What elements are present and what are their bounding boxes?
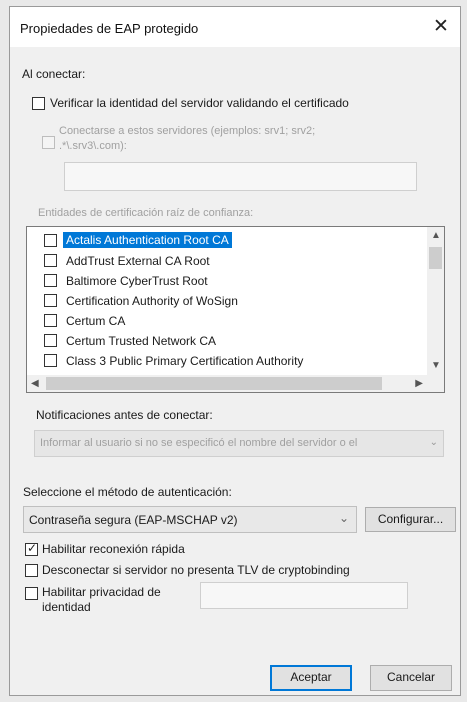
scroll-right-icon[interactable]: ▶ (415, 378, 423, 389)
identity-privacy-label-line2: identidad (42, 600, 91, 614)
horizontal-scroll-thumb[interactable] (46, 377, 382, 390)
notifications-select[interactable]: Informar al usuario si no se especificó … (34, 430, 444, 457)
horizontal-scrollbar[interactable]: ◀ ▶ (27, 375, 427, 392)
eap-properties-dialog: Propiedades de EAP protegido ✕ Al conect… (9, 6, 461, 696)
chevron-down-icon: ⌄ (338, 511, 349, 525)
list-item-label: Certification Authority of WoSign (66, 294, 238, 308)
scroll-down-icon[interactable]: ▼ (431, 360, 441, 371)
auth-method-select[interactable]: Contraseña segura (EAP-MSCHAP v2) ⌄ (23, 506, 357, 533)
notifications-selected-value: Informar al usuario si no se especificó … (40, 437, 358, 449)
auth-method-label: Seleccione el método de autenticación: (23, 485, 232, 499)
connect-servers-label-line2: .*\.srv3\.com): (59, 140, 127, 152)
list-item-label: Certum Trusted Network CA (66, 334, 217, 348)
disconnect-cryptobinding-checkbox[interactable] (25, 564, 38, 577)
list-item-checkbox[interactable] (44, 314, 57, 327)
vertical-scroll-thumb[interactable] (429, 247, 442, 269)
list-item-checkbox[interactable] (44, 294, 57, 307)
list-item[interactable]: Class 3 Public Primary Certification Aut… (27, 351, 422, 371)
list-item-checkbox[interactable] (44, 354, 57, 367)
list-item-label: Actalis Authentication Root CA (63, 232, 232, 248)
dialog-title: Propiedades de EAP protegido (20, 21, 199, 36)
list-item[interactable]: Actalis Authentication Root CA (27, 231, 422, 251)
connect-servers-label-line1: Conectarse a estos servidores (ejemplos:… (59, 125, 316, 137)
list-item-label: Baltimore CyberTrust Root (66, 274, 208, 288)
notifications-label: Notificaciones antes de conectar: (36, 408, 213, 422)
scroll-up-icon[interactable]: ▲ (431, 230, 441, 241)
title-bar: Propiedades de EAP protegido ✕ (10, 7, 460, 47)
list-item-label: Certum CA (66, 314, 126, 328)
servers-input[interactable] (64, 162, 417, 191)
trusted-ca-heading: Entidades de certificación raíz de confi… (38, 207, 254, 219)
list-item-checkbox[interactable] (44, 254, 57, 267)
list-item-checkbox[interactable] (44, 234, 57, 247)
ok-button[interactable]: Aceptar (270, 665, 352, 691)
scrollbar-corner (427, 375, 444, 392)
list-item-label: AddTrust External CA Root (66, 254, 210, 268)
auth-method-selected-value: Contraseña segura (EAP-MSCHAP v2) (29, 513, 238, 527)
connect-servers-checkbox[interactable] (42, 136, 55, 149)
cancel-button[interactable]: Cancelar (370, 665, 452, 691)
configure-button[interactable]: Configurar... (365, 507, 456, 532)
chevron-down-icon: ⌄ (429, 437, 438, 448)
identity-privacy-label-line1: Habilitar privacidad de (42, 585, 161, 599)
identity-privacy-checkbox[interactable] (25, 587, 38, 600)
identity-privacy-input[interactable] (200, 582, 408, 609)
trusted-ca-list[interactable]: Actalis Authentication Root CA AddTrust … (26, 226, 445, 393)
list-item-checkbox[interactable] (44, 334, 57, 347)
scroll-left-icon[interactable]: ◀ (31, 378, 39, 389)
fast-reconnect-checkbox[interactable] (25, 541, 38, 556)
list-item-label: Class 3 Public Primary Certification Aut… (66, 354, 304, 368)
list-item[interactable]: AddTrust External CA Root (27, 251, 422, 271)
close-icon[interactable]: ✕ (426, 13, 456, 41)
verify-server-checkbox[interactable] (32, 97, 45, 110)
list-item-checkbox[interactable] (44, 274, 57, 287)
list-item[interactable]: Baltimore CyberTrust Root (27, 271, 422, 291)
list-item[interactable]: Certum CA (27, 311, 422, 331)
fast-reconnect-label: Habilitar reconexión rápida (42, 542, 185, 556)
disconnect-cryptobinding-label: Desconectar si servidor no presenta TLV … (42, 563, 350, 577)
verify-server-label: Verificar la identidad del servidor vali… (50, 96, 349, 110)
vertical-scrollbar[interactable]: ▲ ▼ (427, 227, 444, 375)
list-item[interactable]: Certum Trusted Network CA (27, 331, 422, 351)
connect-heading: Al conectar: (22, 67, 86, 81)
list-item[interactable]: Certification Authority of WoSign (27, 291, 422, 311)
